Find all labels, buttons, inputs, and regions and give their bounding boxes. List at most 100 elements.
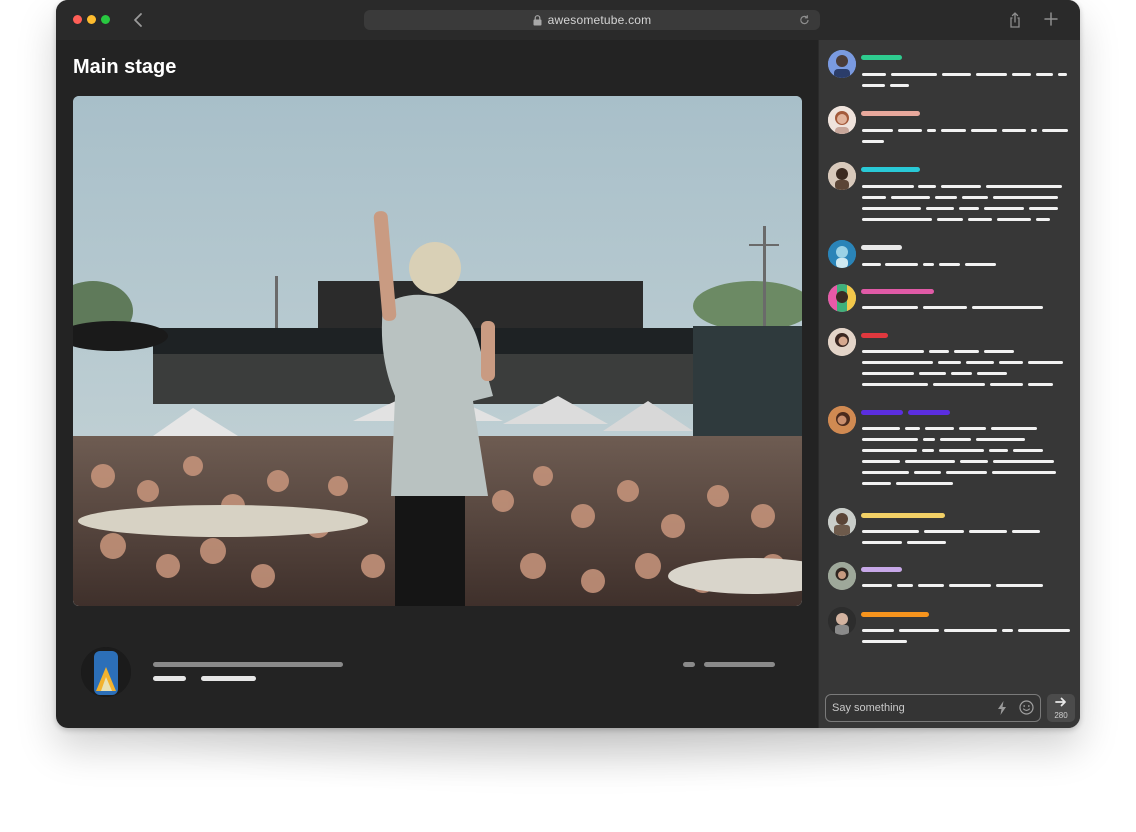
- message-text-placeholder: [862, 73, 886, 76]
- chat-input-box: [825, 694, 1041, 722]
- username[interactable]: [861, 567, 902, 572]
- message-text-placeholder: [938, 361, 961, 364]
- message-text-placeholder: [968, 218, 992, 221]
- page-title: Main stage: [73, 56, 177, 78]
- message-text-placeholder: [984, 207, 1024, 210]
- bolt-icon[interactable]: [997, 701, 1007, 715]
- username[interactable]: [861, 612, 929, 617]
- message-text-placeholder: [862, 471, 909, 474]
- username[interactable]: [861, 167, 920, 172]
- user-avatar[interactable]: [828, 240, 856, 268]
- message-text-placeholder: [918, 185, 936, 188]
- message-text-placeholder: [1042, 129, 1068, 132]
- message-text-placeholder: [959, 427, 986, 430]
- video-player[interactable]: [73, 96, 802, 606]
- message-text-placeholder: [897, 584, 913, 587]
- message-text-placeholder: [862, 218, 932, 221]
- user-avatar[interactable]: [828, 50, 856, 78]
- zoom-window-button[interactable]: [101, 15, 110, 24]
- message-text-placeholder: [862, 207, 921, 210]
- message-text-placeholder: [993, 196, 1058, 199]
- url-text: awesometube.com: [547, 13, 652, 27]
- chat-panel: 280: [818, 40, 1080, 728]
- message-text-placeholder: [1012, 73, 1031, 76]
- message-text-placeholder: [976, 438, 1025, 441]
- message-text-placeholder: [986, 185, 1062, 188]
- stream-time-placeholder: [704, 662, 775, 667]
- close-window-button[interactable]: [73, 15, 82, 24]
- user-avatar[interactable]: [828, 508, 856, 536]
- message-text-placeholder: [939, 263, 960, 266]
- message-text-placeholder: [862, 306, 918, 309]
- user-avatar[interactable]: [828, 607, 856, 635]
- user-avatar[interactable]: [828, 284, 856, 312]
- message-text-placeholder: [990, 383, 1023, 386]
- message-text-placeholder: [896, 482, 953, 485]
- message-text-placeholder: [862, 383, 928, 386]
- chat-input[interactable]: [826, 695, 992, 721]
- username[interactable]: [861, 333, 888, 338]
- message-text-placeholder: [924, 530, 964, 533]
- message-text-placeholder: [966, 361, 994, 364]
- user-avatar[interactable]: [828, 562, 856, 590]
- message-text-placeholder: [891, 196, 930, 199]
- smile-icon[interactable]: [1019, 700, 1034, 715]
- message-text-placeholder: [989, 449, 1008, 452]
- message-text-placeholder: [862, 541, 902, 544]
- message-text-placeholder: [996, 584, 1043, 587]
- message-text-placeholder: [862, 129, 893, 132]
- message-text-placeholder: [940, 438, 971, 441]
- user-avatar[interactable]: [828, 406, 856, 434]
- channel-avatar[interactable]: [81, 647, 131, 697]
- video-title-placeholder: [153, 662, 343, 667]
- share-icon[interactable]: [1008, 11, 1022, 29]
- message-text-placeholder: [885, 263, 918, 266]
- message-text-placeholder: [959, 207, 979, 210]
- message-text-placeholder: [1058, 73, 1067, 76]
- message-text-placeholder: [997, 218, 1031, 221]
- message-text-placeholder: [1031, 129, 1037, 132]
- char-count: 280: [1054, 711, 1068, 720]
- username[interactable]: [861, 410, 903, 415]
- message-text-placeholder: [1002, 129, 1026, 132]
- viewer-count-placeholder: [201, 676, 256, 681]
- username[interactable]: [861, 289, 934, 294]
- message-text-placeholder: [949, 584, 991, 587]
- username[interactable]: [861, 513, 945, 518]
- plus-icon[interactable]: [1044, 12, 1058, 26]
- message-text-placeholder: [977, 372, 1007, 375]
- message-text-placeholder: [954, 350, 979, 353]
- message-text-placeholder: [914, 471, 941, 474]
- message-text-placeholder: [862, 482, 891, 485]
- message-text-placeholder: [927, 129, 936, 132]
- browser-window: awesometube.com Main stage Say something…: [56, 0, 1080, 728]
- minimize-window-button[interactable]: [87, 15, 96, 24]
- reload-icon[interactable]: [799, 14, 810, 26]
- message-text-placeholder: [862, 350, 924, 353]
- username[interactable]: [861, 111, 920, 116]
- back-icon[interactable]: [132, 11, 146, 29]
- message-text-placeholder: [1018, 629, 1070, 632]
- username[interactable]: [861, 55, 902, 60]
- message-text-placeholder: [933, 383, 985, 386]
- browser-toolbar: awesometube.com: [56, 0, 1080, 40]
- message-text-placeholder: [905, 427, 920, 430]
- send-button[interactable]: 280: [1047, 694, 1075, 722]
- lock-icon: [533, 14, 542, 25]
- message-text-placeholder: [1028, 361, 1063, 364]
- message-text-placeholder: [898, 129, 922, 132]
- username[interactable]: [861, 245, 902, 250]
- address-bar[interactable]: awesometube.com: [364, 10, 820, 30]
- user-avatar[interactable]: [828, 162, 856, 190]
- message-text-placeholder: [1028, 383, 1053, 386]
- message-text-placeholder: [962, 196, 988, 199]
- message-text-placeholder: [965, 263, 996, 266]
- user-avatar[interactable]: [828, 328, 856, 356]
- message-text-placeholder: [951, 372, 972, 375]
- user-avatar[interactable]: [828, 106, 856, 134]
- send-arrow-icon: [1055, 697, 1066, 707]
- message-text-placeholder: [941, 185, 981, 188]
- message-text-placeholder: [976, 73, 1007, 76]
- message-text-placeholder: [862, 140, 884, 143]
- message-text-placeholder: [923, 306, 967, 309]
